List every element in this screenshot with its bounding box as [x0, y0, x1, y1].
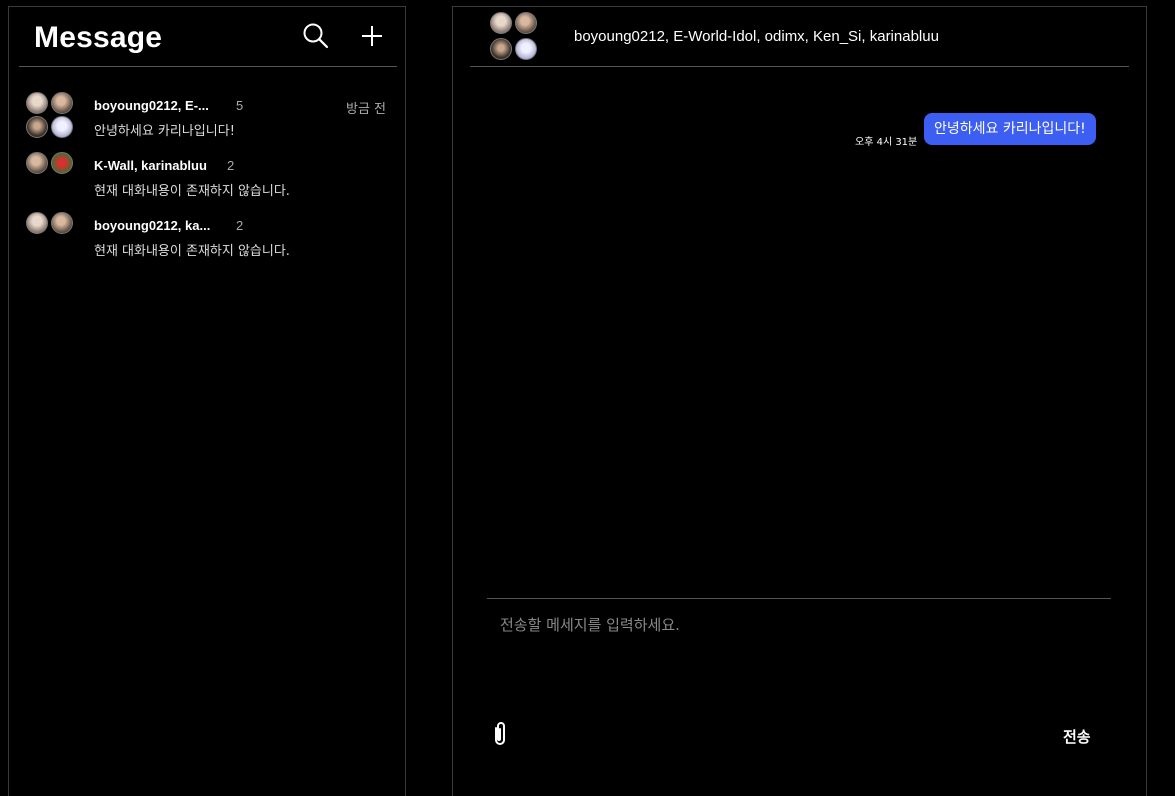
group-avatar: [26, 92, 76, 142]
chat-header: boyoung0212, E-World-Idol, odimx, Ken_Si…: [470, 7, 1129, 67]
avatar: [26, 212, 48, 234]
new-conversation-button[interactable]: [357, 21, 387, 51]
search-button[interactable]: [301, 21, 331, 51]
conversation-list-header: Message: [19, 7, 397, 67]
conversation-list: boyoung0212, E-... 5 방금 전 안녕하세요 카리나입니다! …: [9, 89, 405, 269]
avatar: [515, 38, 537, 60]
chat-panel: boyoung0212, E-World-Idol, odimx, Ken_Si…: [452, 6, 1147, 796]
conversation-preview: 현재 대화내용이 존재하지 않습니다.: [94, 244, 290, 259]
conversation-name: K-Wall, karinabluu: [94, 158, 207, 173]
conversation-time: 방금 전: [345, 102, 386, 117]
conversation-name: boyoung0212, E-...: [94, 98, 209, 113]
member-count: 2: [227, 158, 235, 173]
conversation-item[interactable]: K-Wall, karinabluu 2 현재 대화내용이 존재하지 않습니다.: [9, 149, 405, 209]
avatar: [490, 12, 512, 34]
avatar: [51, 116, 73, 138]
avatar: [51, 92, 73, 114]
conversation-item[interactable]: boyoung0212, ka... 2 현재 대화내용이 존재하지 않습니다.: [9, 209, 405, 269]
avatar: [515, 12, 537, 34]
message-bubble: 안녕하세요 카리나입니다!: [924, 113, 1096, 145]
member-count: 5: [236, 98, 244, 113]
group-avatar: [490, 12, 540, 62]
message-input[interactable]: [487, 598, 1111, 718]
message-timestamp: 오후 4시 31분: [855, 137, 918, 148]
chat-title: boyoung0212, E-World-Idol, odimx, Ken_Si…: [574, 28, 939, 45]
avatar: [26, 152, 48, 174]
group-avatar: [26, 212, 76, 262]
conversation-list-panel: Message boyoung0212, E-... 5 방금 전 안녕하세요 …: [8, 6, 406, 796]
avatar: [26, 92, 48, 114]
send-button[interactable]: 전송: [1063, 726, 1091, 747]
paperclip-icon: [495, 722, 505, 745]
search-icon: [303, 23, 329, 49]
conversation-item[interactable]: boyoung0212, E-... 5 방금 전 안녕하세요 카리나입니다!: [9, 89, 405, 149]
avatar: [490, 38, 512, 60]
avatar: [26, 116, 48, 138]
conversation-name: boyoung0212, ka...: [94, 218, 211, 233]
conversation-preview: 현재 대화내용이 존재하지 않습니다.: [94, 184, 290, 199]
group-avatar: [26, 152, 76, 202]
avatar: [51, 152, 73, 174]
conversation-preview: 안녕하세요 카리나입니다!: [94, 124, 235, 139]
page-title: Message: [34, 21, 163, 54]
member-count: 2: [236, 218, 244, 233]
plus-icon: [362, 26, 382, 46]
avatar: [51, 212, 73, 234]
attach-button[interactable]: [490, 721, 510, 747]
